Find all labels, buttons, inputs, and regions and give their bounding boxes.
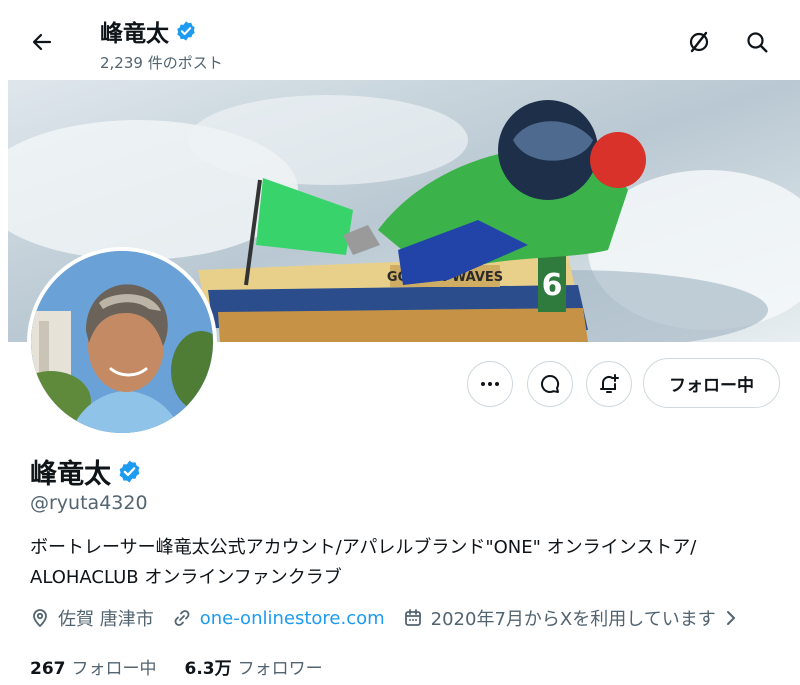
header-name: 峰竜太 bbox=[100, 21, 169, 47]
calendar-icon bbox=[404, 609, 421, 626]
message-icon bbox=[541, 374, 560, 393]
link-icon bbox=[174, 610, 190, 626]
profile-meta: 佐賀 唐津市 one-onlinestore.com 2020年7月からXを利用… bbox=[30, 605, 756, 631]
followers-stat[interactable]: 6.3万 フォロワー bbox=[185, 654, 323, 679]
avatar[interactable] bbox=[27, 247, 217, 437]
joined-date[interactable]: 2020年7月からXを利用しています bbox=[403, 605, 738, 631]
bio-line-2: ALOHACLUB オンラインファンクラブ bbox=[30, 567, 342, 588]
back-button[interactable] bbox=[26, 26, 58, 58]
back-arrow-icon bbox=[32, 33, 52, 51]
verified-badge-icon bbox=[177, 21, 195, 41]
following-count: 267 bbox=[30, 659, 66, 679]
notification-bell-icon bbox=[600, 374, 619, 393]
top-bar: 峰竜太 2,239 件のポスト bbox=[0, 0, 800, 80]
profile-stats: 267 フォロー中 6.3万 フォロワー bbox=[30, 654, 351, 679]
website[interactable]: one-onlinestore.com bbox=[172, 608, 385, 629]
display-name-text: 峰竜太 bbox=[30, 459, 111, 490]
location-pin-icon bbox=[33, 609, 47, 628]
more-button[interactable] bbox=[467, 361, 513, 407]
joined-text: 2020年7月からXを利用しています bbox=[430, 609, 716, 630]
search-button[interactable] bbox=[739, 24, 775, 60]
profile-handle: @ryuta4320 bbox=[30, 492, 148, 514]
profile-display-name: 峰竜太 bbox=[30, 452, 142, 491]
message-button[interactable] bbox=[527, 361, 573, 407]
more-icon bbox=[481, 382, 499, 386]
notification-button[interactable] bbox=[586, 361, 632, 407]
avatar-image bbox=[31, 251, 213, 433]
search-icon bbox=[747, 32, 768, 53]
location-text: 佐賀 唐津市 bbox=[58, 609, 154, 630]
profile-bio: ボートレーサー峰竜太公式アカウント/アパレルブランド"ONE" オンラインストア… bbox=[30, 533, 770, 593]
chevron-right-icon bbox=[726, 611, 735, 625]
following-button[interactable]: フォロー中 bbox=[643, 358, 780, 408]
grok-icon bbox=[689, 31, 709, 53]
grok-button[interactable] bbox=[681, 24, 717, 60]
website-link[interactable]: one-onlinestore.com bbox=[200, 608, 385, 629]
following-stat[interactable]: 267 フォロー中 bbox=[30, 654, 157, 679]
header-title: 峰竜太 bbox=[100, 14, 197, 48]
post-count: 2,239 件のポスト bbox=[100, 54, 223, 72]
following-label: フォロー中 bbox=[71, 659, 157, 679]
location: 佐賀 唐津市 bbox=[30, 605, 154, 631]
verified-badge-icon[interactable] bbox=[117, 459, 142, 484]
followers-label: フォロワー bbox=[237, 659, 323, 679]
bio-line-1: ボートレーサー峰竜太公式アカウント/アパレルブランド"ONE" オンラインストア… bbox=[30, 537, 697, 558]
boat-number: 6 bbox=[542, 268, 563, 303]
followers-count: 6.3万 bbox=[184, 659, 232, 679]
